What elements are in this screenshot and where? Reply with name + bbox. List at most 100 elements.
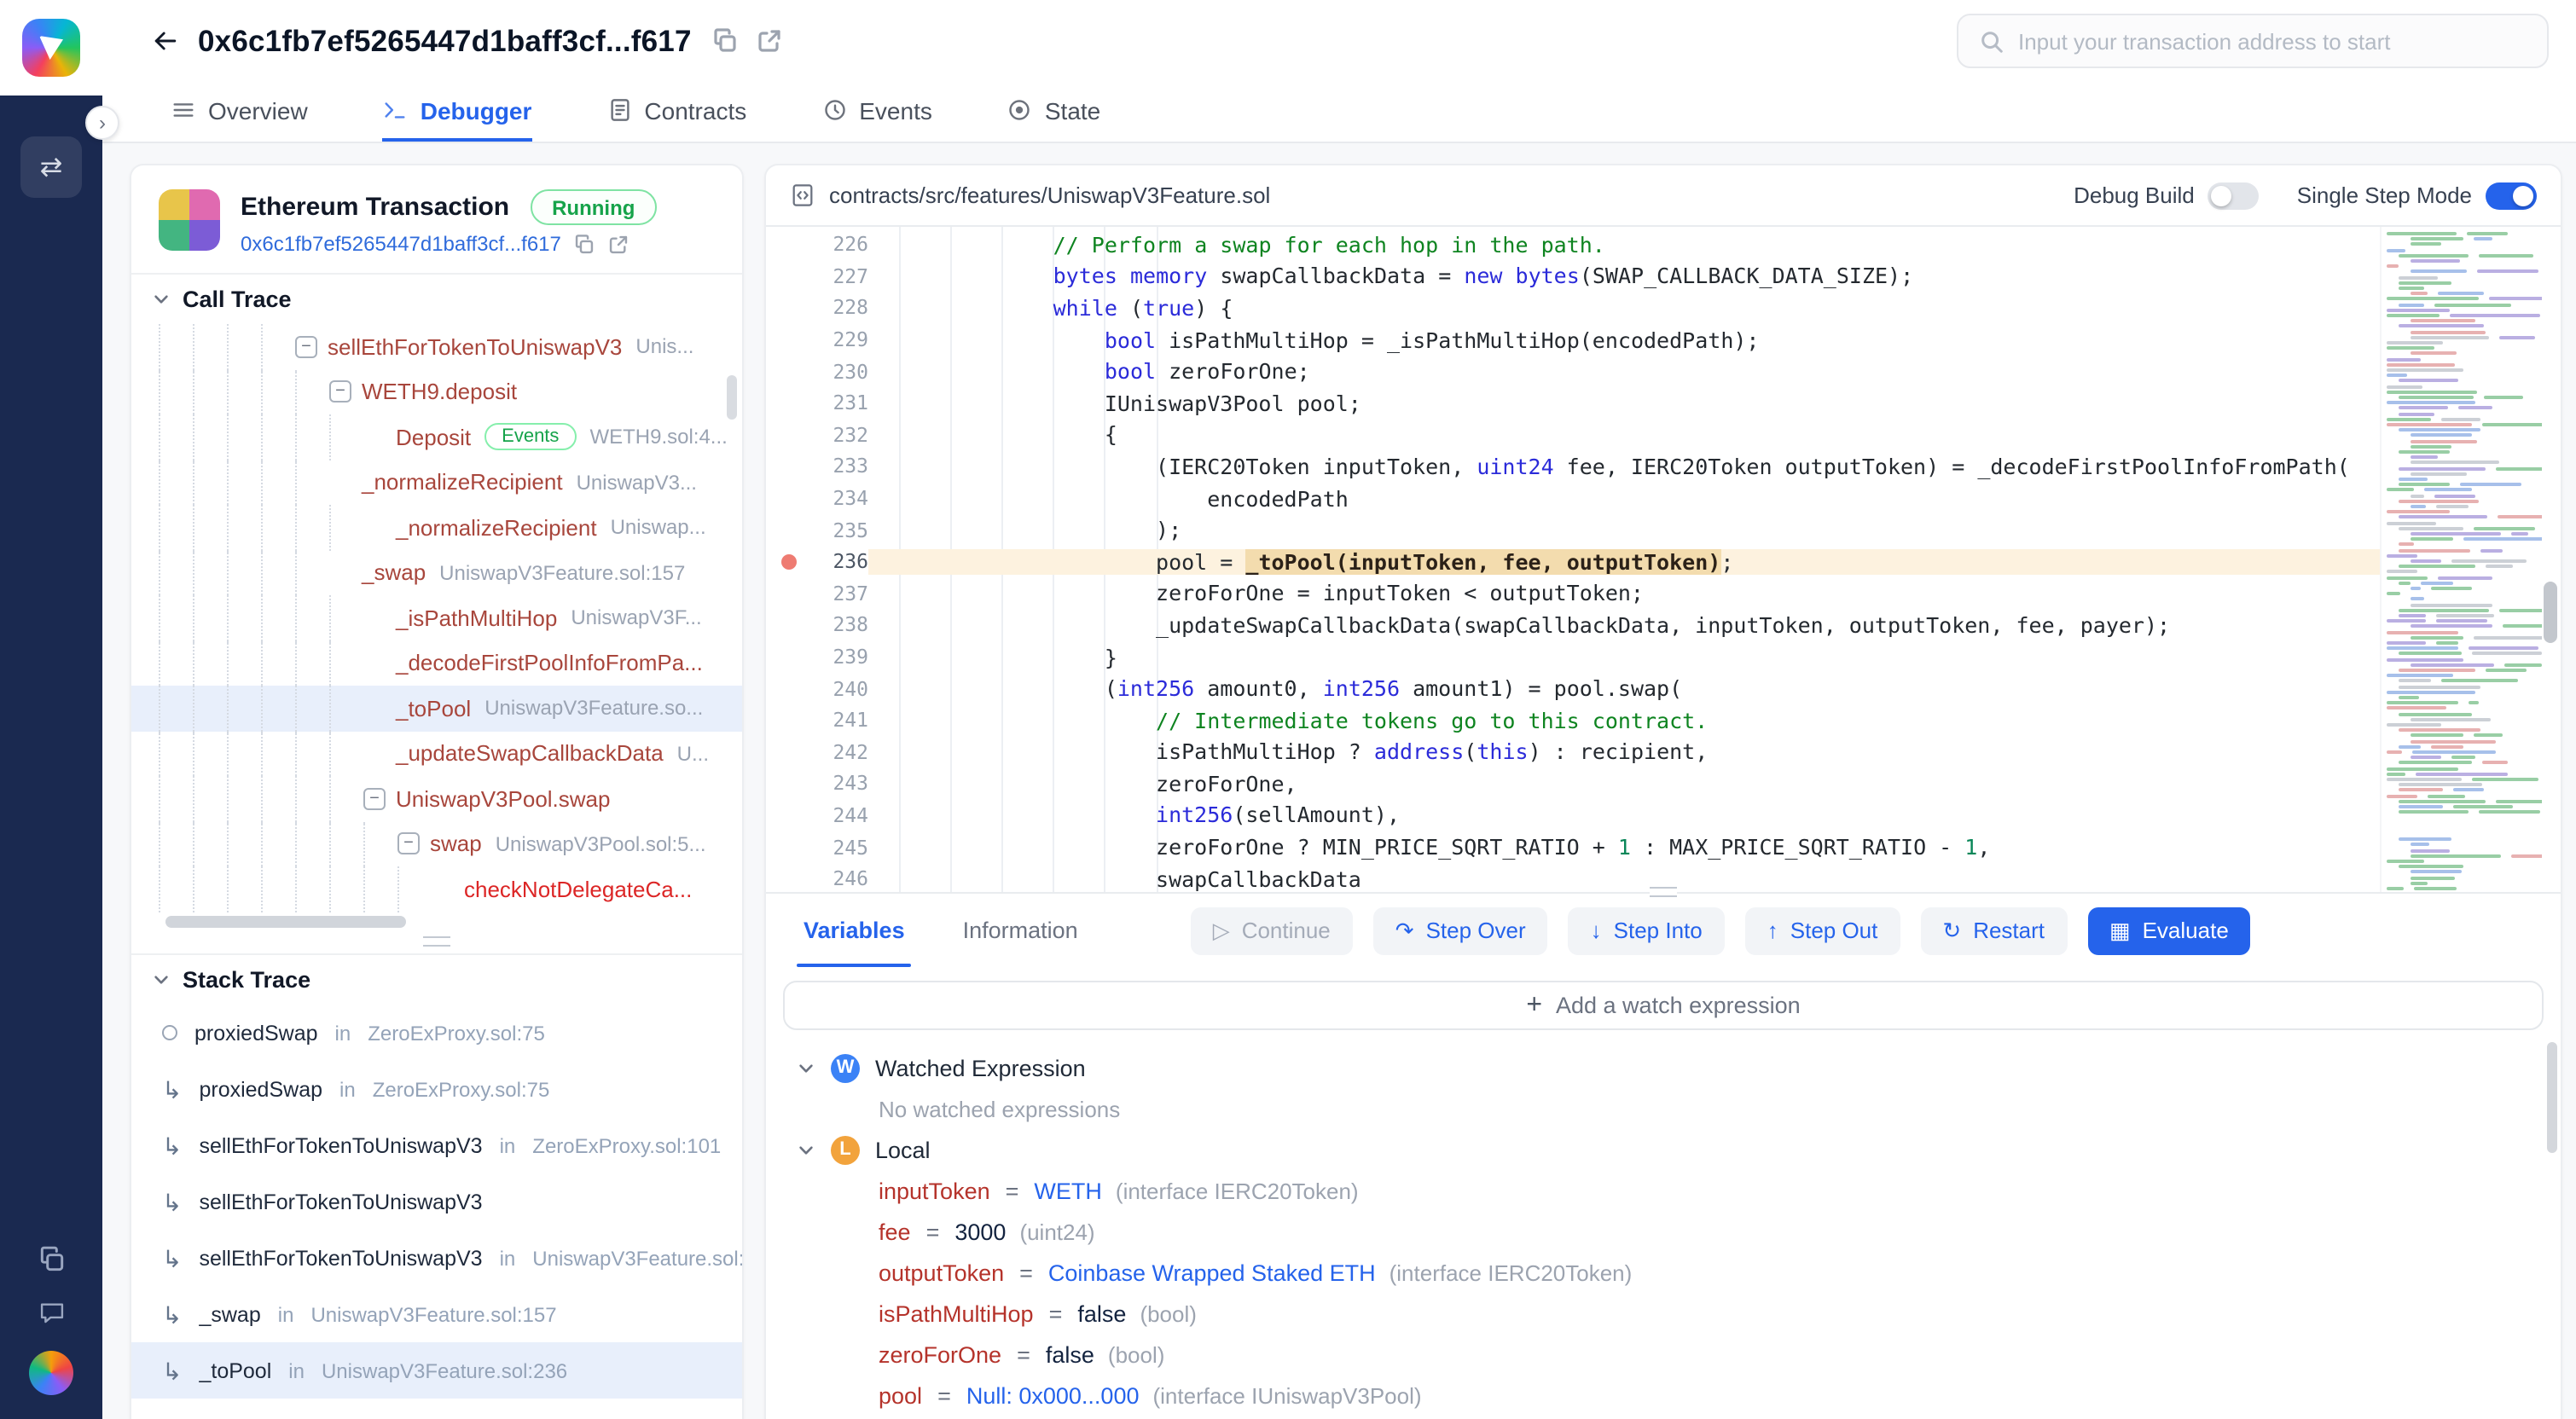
- stack-frame[interactable]: ↳sellEthForTokenToUniswapV3inZeroExProxy…: [131, 1117, 742, 1173]
- call-trace-item[interactable]: _isPathMultiHopUniswapV3F...: [131, 595, 742, 640]
- stack-frame[interactable]: ↳_swapinUniswapV3Feature.sol:157: [131, 1286, 742, 1342]
- breakpoint-dot[interactable]: [766, 553, 810, 569]
- tree-indent-guide: [261, 414, 295, 460]
- call-trace-item[interactable]: _swapUniswapV3Feature.sol:157: [131, 550, 742, 595]
- code-text[interactable]: _updateSwapCallbackData(swapCallbackData…: [868, 612, 2380, 638]
- feedback-icon[interactable]: [37, 1298, 66, 1327]
- restart-button[interactable]: ↻Restart: [1920, 906, 2067, 954]
- tree-indent-guide: [295, 776, 329, 821]
- tree-indent-guide: [193, 776, 227, 821]
- stack-frame[interactable]: ↳sellEthForTokenToUniswapV3inUniswapV3Fe…: [131, 1230, 742, 1286]
- tab-state[interactable]: State: [1007, 82, 1100, 142]
- pane-scrollbar[interactable]: [2545, 1042, 2559, 1383]
- code-text[interactable]: bool isPathMultiHop = _isPathMultiHop(en…: [868, 327, 2380, 352]
- code-text[interactable]: zeroForOne ? MIN_PRICE_SQRT_RATIO + 1 : …: [868, 834, 2380, 860]
- call-trace-item[interactable]: DepositEventsWETH9.sol:4...: [131, 414, 742, 460]
- code-text[interactable]: pool = _toPool(inputToken, fee, outputTo…: [868, 548, 2380, 574]
- stack-trace-header[interactable]: Stack Trace: [131, 953, 742, 1005]
- minimap[interactable]: [2380, 227, 2542, 892]
- call-trace-item[interactable]: checkNotDelegateCa...: [131, 866, 742, 912]
- variable-value[interactable]: WETH: [1034, 1178, 1102, 1203]
- debug-tab-information[interactable]: Information: [956, 894, 1085, 967]
- step-out-button[interactable]: ↑Step Out: [1745, 906, 1900, 954]
- collapse-toggle-icon[interactable]: −: [329, 381, 351, 403]
- editor-scrollbar-thumb[interactable]: [2544, 582, 2557, 643]
- stack-frame[interactable]: ↳proxiedSwapinZeroExProxy.sol:75: [131, 1061, 742, 1117]
- stack-frame[interactable]: ↳_toPoolinUniswapV3Feature.sol:236: [131, 1342, 742, 1399]
- code-text[interactable]: isPathMultiHop ? address(this) : recipie…: [868, 739, 2380, 765]
- copy-hash-icon[interactable]: [712, 27, 740, 55]
- call-trace-item[interactable]: _normalizeRecipientUniswapV3...: [131, 460, 742, 505]
- variable-value[interactable]: Null: 0x000...000: [966, 1382, 1140, 1408]
- debug-tab-variables[interactable]: Variables: [797, 894, 912, 967]
- code-text[interactable]: );: [868, 517, 2380, 542]
- open-external-icon-small[interactable]: [607, 233, 629, 255]
- terminal-icon: [383, 97, 409, 123]
- watched-title: Watched Expression: [875, 1055, 1086, 1080]
- app-logo[interactable]: [0, 0, 102, 96]
- code-text[interactable]: encodedPath: [868, 485, 2380, 511]
- back-button[interactable]: [150, 26, 181, 56]
- code-text[interactable]: swapCallbackData: [868, 866, 2380, 891]
- transaction-hash-link[interactable]: 0x6c1fb7ef5265447d1baff3cf...f617: [241, 232, 561, 256]
- collapse-toggle-icon[interactable]: −: [397, 833, 420, 855]
- call-trace-item[interactable]: _normalizeRecipientUniswap...: [131, 505, 742, 550]
- open-external-icon[interactable]: [757, 27, 784, 55]
- call-trace-scrollbar-thumb[interactable]: [727, 375, 737, 420]
- code-text[interactable]: IUniswapV3Pool pool;: [868, 391, 2380, 416]
- transaction-search[interactable]: [1957, 14, 2549, 68]
- call-trace-tree: −sellEthForTokenToUniswapV3Unis...−WETH9…: [131, 324, 742, 912]
- variable-value[interactable]: Coinbase Wrapped Staked ETH: [1048, 1260, 1376, 1285]
- docs-icon[interactable]: [37, 1245, 66, 1274]
- call-trace-hscrollbar[interactable]: [152, 912, 722, 930]
- search-input[interactable]: [2018, 28, 2527, 54]
- stack-frame[interactable]: ↳sellEthForTokenToUniswapV3: [131, 1173, 742, 1230]
- step-into-button[interactable]: ↓Step Into: [1569, 906, 1725, 954]
- collapse-toggle-icon[interactable]: −: [363, 788, 386, 810]
- user-avatar[interactable]: [29, 1351, 73, 1395]
- code-text[interactable]: (IERC20Token inputToken, uint24 fee, IER…: [868, 454, 2380, 479]
- call-trace-item[interactable]: _toPoolUniswapV3Feature.so...: [131, 686, 742, 731]
- local-header[interactable]: L Local: [766, 1129, 2561, 1170]
- call-hierarchy-icon[interactable]: ⇄: [20, 136, 82, 198]
- debug-build-toggle[interactable]: [2208, 182, 2260, 209]
- call-trace-item[interactable]: −sellEthForTokenToUniswapV3Unis...: [131, 324, 742, 369]
- logo-icon: [22, 19, 80, 77]
- code-text[interactable]: int256(sellAmount),: [868, 802, 2380, 828]
- tab-contracts[interactable]: Contracts: [606, 82, 746, 142]
- continue-button[interactable]: ▷Continue: [1191, 906, 1353, 954]
- call-trace-item[interactable]: _decodeFirstPoolInfoFromPa...: [131, 640, 742, 686]
- code-text[interactable]: bytes memory swapCallbackData = new byte…: [868, 264, 2380, 289]
- call-trace-item[interactable]: _updateSwapCallbackDataU...: [131, 731, 742, 776]
- single-step-toggle[interactable]: [2486, 182, 2537, 209]
- code-text[interactable]: while (true) {: [868, 295, 2380, 321]
- stack-frame[interactable]: proxiedSwapinZeroExProxy.sol:75: [131, 1005, 742, 1061]
- sidebar-expand-button[interactable]: ›: [85, 106, 119, 140]
- code-text[interactable]: (int256 amount0, int256 amount1) = pool.…: [868, 675, 2380, 701]
- pane-scrollbar-thumb[interactable]: [2547, 1042, 2557, 1153]
- tab-debugger[interactable]: Debugger: [383, 82, 532, 142]
- code-text[interactable]: zeroForOne,: [868, 771, 2380, 796]
- editor-scrollbar[interactable]: [2542, 227, 2561, 892]
- call-trace-item[interactable]: −UniswapV3Pool.swap: [131, 776, 742, 821]
- add-watch-expression[interactable]: + Add a watch expression: [783, 981, 2544, 1030]
- code-text[interactable]: }: [868, 644, 2380, 669]
- call-trace-header[interactable]: Call Trace: [131, 273, 742, 324]
- code-text[interactable]: // Perform a swap for each hop in the pa…: [868, 232, 2380, 258]
- collapse-toggle-icon[interactable]: −: [295, 336, 317, 358]
- copy-hash-icon-small[interactable]: [573, 233, 595, 255]
- watched-expression-header[interactable]: W Watched Expression: [766, 1047, 2561, 1088]
- code-text[interactable]: bool zeroForOne;: [868, 358, 2380, 384]
- code-text[interactable]: // Intermediate tokens go to this contra…: [868, 707, 2380, 733]
- debug-buttons: ▷Continue ↷Step Over ↓Step Into ↑Step Out ↻R…: [1191, 906, 2251, 954]
- code-text[interactable]: zeroForOne = inputToken < outputToken;: [868, 581, 2380, 606]
- tab-overview[interactable]: Overview: [171, 82, 308, 142]
- panel-resize-handle[interactable]: [131, 930, 742, 953]
- call-trace-item[interactable]: −swapUniswapV3Pool.sol:5...: [131, 821, 742, 866]
- hscroll-thumb[interactable]: [165, 915, 406, 927]
- tab-events[interactable]: Events: [821, 82, 932, 142]
- step-over-button[interactable]: ↷Step Over: [1373, 906, 1548, 954]
- evaluate-button[interactable]: ▦Evaluate: [2087, 906, 2251, 954]
- call-trace-item[interactable]: −WETH9.deposit: [131, 369, 742, 414]
- code-text[interactable]: {: [868, 422, 2380, 448]
